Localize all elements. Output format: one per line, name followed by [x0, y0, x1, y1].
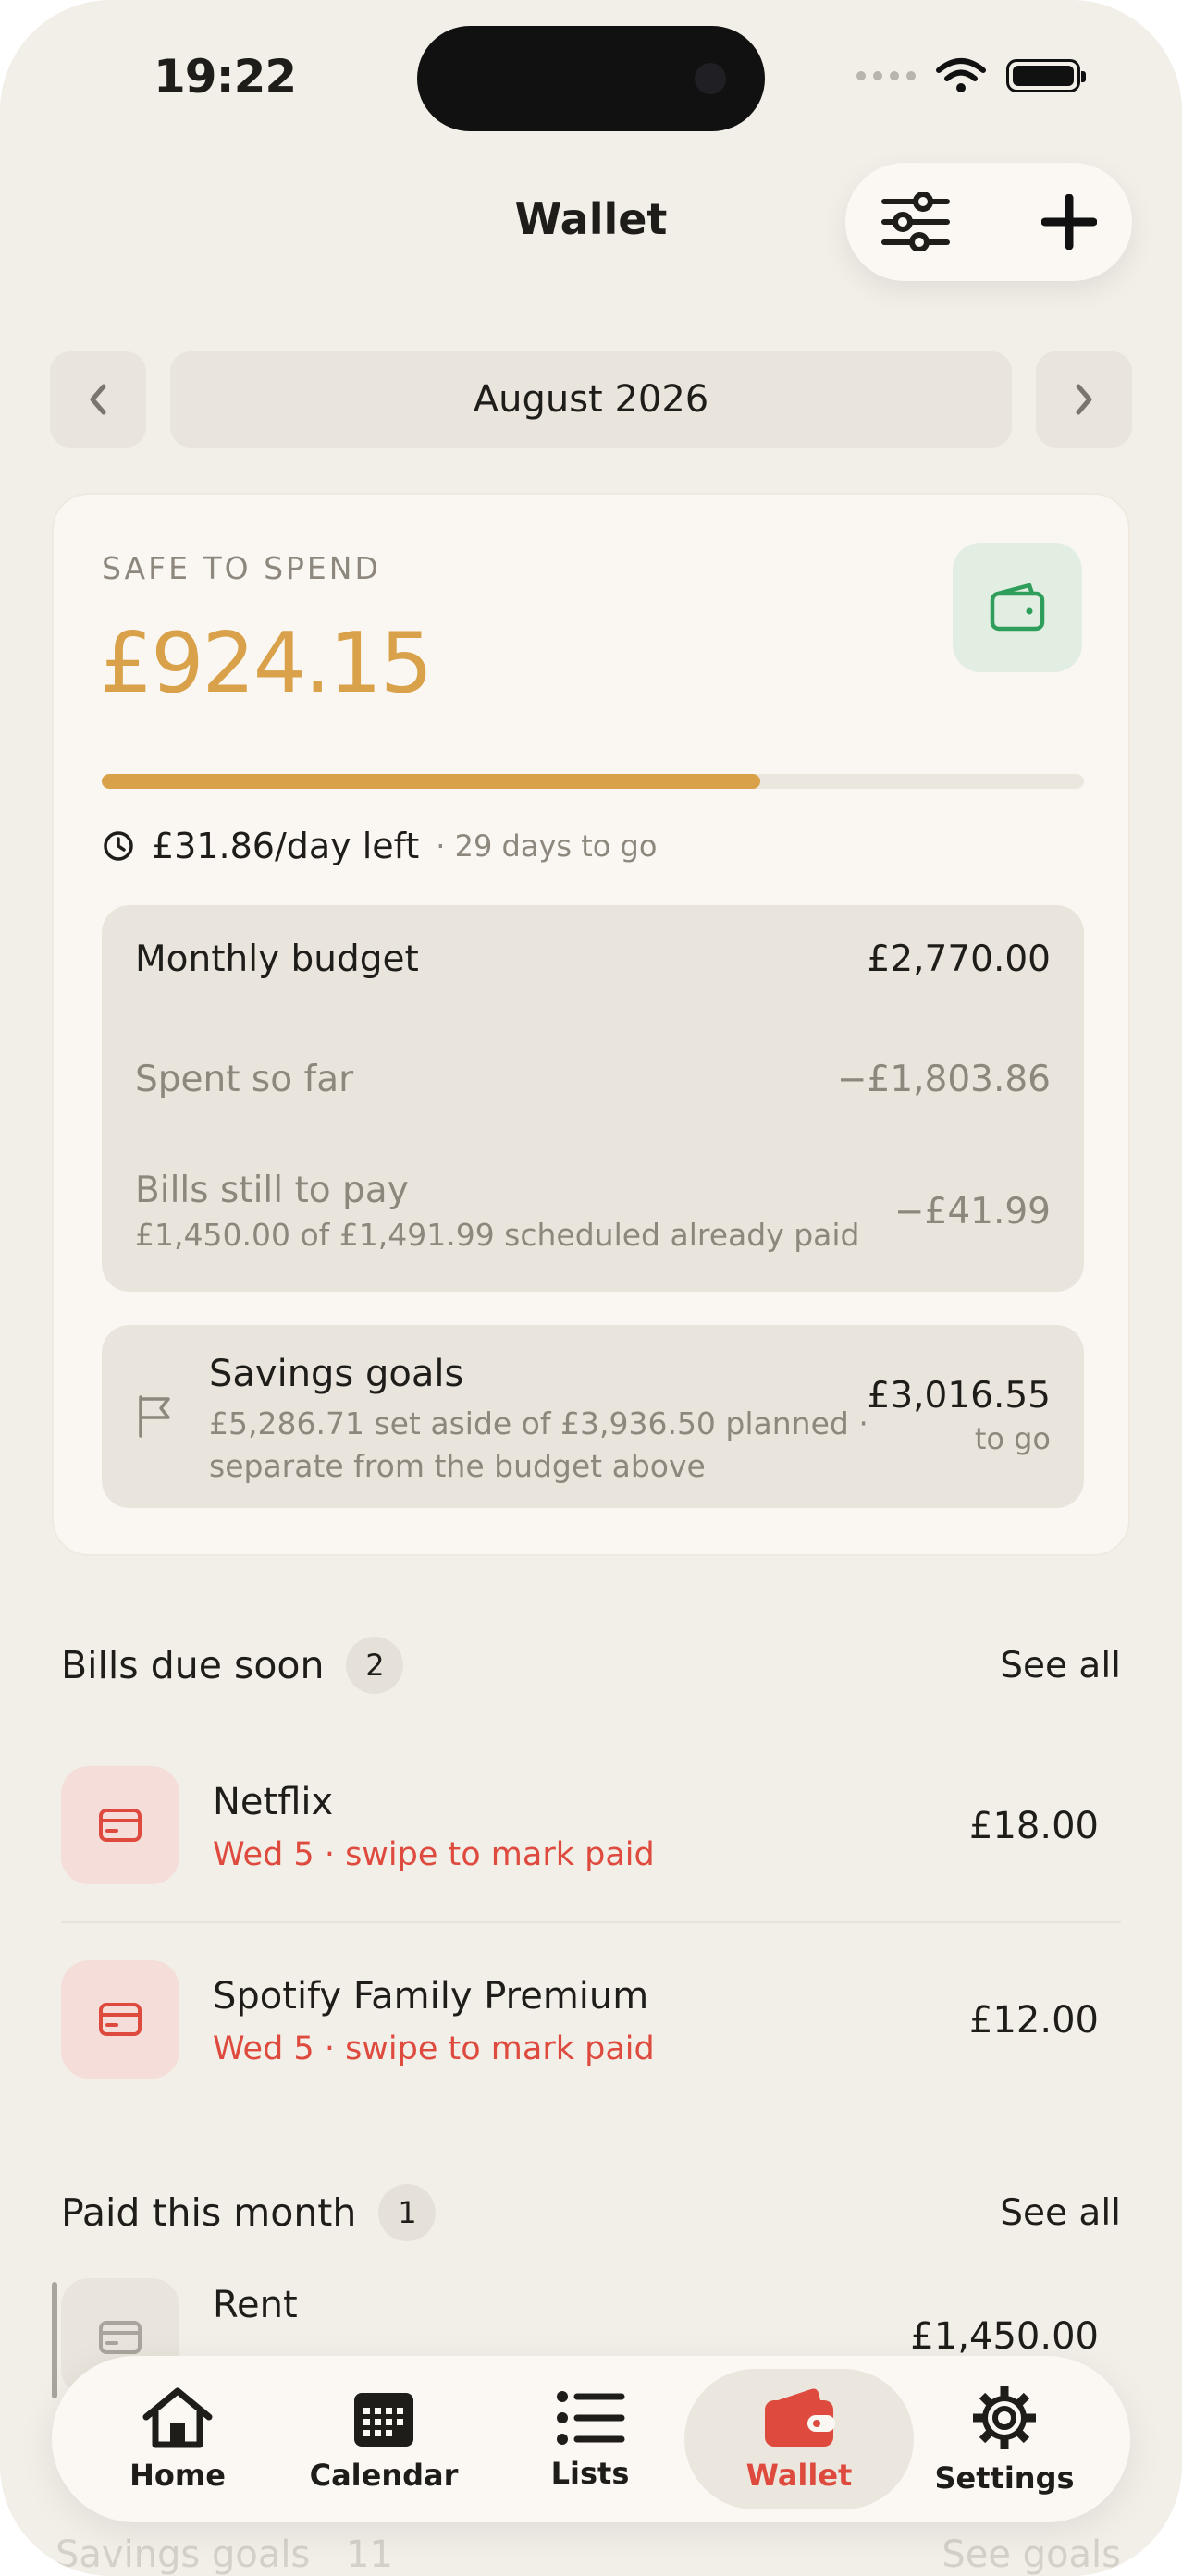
bill-icon [61, 1960, 179, 2079]
budget-progress-bar [102, 774, 1084, 789]
spent-row: Spent so far −£1,803.86 [135, 1059, 1051, 1100]
header-actions [845, 163, 1132, 281]
safe-to-spend-amount: £924.15 [100, 615, 433, 712]
paid-header: Paid this month 1 See all [61, 2180, 1121, 2245]
bill-due-date: Wed 5 · swipe to mark paid [213, 2030, 655, 2067]
chevron-right-icon [1076, 384, 1092, 415]
credit-card-icon [99, 1809, 142, 1842]
bill-row[interactable]: Spotify Family Premium Wed 5 · swipe to … [61, 1960, 1121, 2080]
paid-count: 1 [378, 2184, 437, 2241]
bills-to-pay-row: Bills still to pay £1,450.00 of £1,491.9… [135, 1170, 1051, 1253]
sliders-icon [881, 192, 950, 251]
tab-label: Home [129, 2458, 226, 2493]
flag-icon [139, 1395, 170, 1438]
budget-breakdown: Monthly budget £2,770.00 Spent so far −£… [102, 905, 1084, 1292]
bill-amount: £12.00 [969, 1999, 1099, 2042]
next-month-button[interactable] [1036, 351, 1132, 448]
tab-bar: Home Calendar Lists Wallet Settings [52, 2356, 1130, 2522]
home-icon [142, 2387, 213, 2448]
bills-due-header: Bills due soon 2 See all [61, 1633, 1121, 1698]
tab-label: Calendar [309, 2458, 459, 2493]
status-time: 19:22 [154, 50, 297, 104]
app-screen: 19:22 Wallet August 2026 SAFE TO SPEND £… [0, 0, 1182, 2576]
wallet-icon [990, 583, 1045, 632]
bill-name: Netflix [213, 1781, 334, 1823]
tab-lists[interactable]: Lists [488, 2356, 692, 2522]
bills-due-see-all[interactable]: See all [1000, 1645, 1121, 1687]
tab-label: Wallet [745, 2458, 853, 2493]
bill-icon [61, 1766, 179, 1884]
tab-wallet[interactable]: Wallet [697, 2356, 901, 2522]
savings-goals-subtitle: £5,286.71 set aside of £3,936.50 planned… [209, 1405, 868, 1484]
safe-to-spend-card: SAFE TO SPEND £924.15 £31.86/day left · … [52, 493, 1130, 1556]
days-to-go: · 29 days to go [436, 828, 658, 864]
bill-due-date: Wed 5 · swipe to mark paid [213, 1836, 655, 1873]
wallet-icon [765, 2388, 835, 2447]
divider [61, 1921, 1121, 1923]
paid-see-all[interactable]: See all [1000, 2192, 1121, 2234]
budget-progress-fill [102, 774, 760, 789]
bills-to-pay-subtitle: £1,450.00 of £1,491.99 scheduled already… [135, 1217, 860, 1253]
bill-name: Spotify Family Premium [213, 1975, 649, 2018]
savings-goals-title: Savings goals [209, 1353, 464, 1395]
clock-icon [104, 831, 133, 861]
plus-icon [1041, 194, 1097, 250]
wallet-badge [953, 543, 1082, 672]
tab-label: Lists [550, 2456, 630, 2491]
signal-icon [856, 71, 916, 80]
spent-value: −£1,803.86 [836, 1059, 1051, 1100]
battery-icon [1006, 59, 1086, 92]
savings-goals-amount: £3,016.55 [867, 1375, 1052, 1417]
month-label[interactable]: August 2026 [170, 351, 1012, 448]
credit-card-icon [99, 2003, 142, 2036]
per-day-amount: £31.86/day left [152, 826, 420, 866]
filter-button[interactable] [869, 176, 962, 268]
chevron-left-icon [90, 384, 106, 415]
savings-goals-section-count: 11 [346, 2533, 393, 2576]
bill-amount: £18.00 [969, 1805, 1099, 1847]
wifi-icon [936, 58, 986, 92]
spent-label: Spent so far [135, 1059, 354, 1100]
bills-due-title: Bills due soon [61, 1643, 325, 1687]
savings-goals-to-go: to go [974, 1421, 1051, 1456]
safe-to-spend-label: SAFE TO SPEND [102, 550, 381, 586]
calendar-icon [354, 2393, 413, 2447]
savings-goals-section-label: Savings goals [55, 2533, 311, 2576]
month-selector: August 2026 [50, 351, 1132, 448]
bills-due-count: 2 [346, 1637, 404, 1694]
paid-title: Paid this month [61, 2190, 357, 2235]
previous-month-button[interactable] [50, 351, 146, 448]
bills-to-pay-label: Bills still to pay [135, 1170, 409, 1211]
savings-goals-row[interactable]: Savings goals £5,286.71 set aside of £3,… [102, 1325, 1084, 1508]
bills-to-pay-value: −£41.99 [893, 1190, 1051, 1233]
credit-card-icon [99, 2321, 142, 2354]
monthly-budget-value: £2,770.00 [867, 938, 1052, 980]
bill-row[interactable]: Netflix Wed 5 · swipe to mark paid £18.0… [61, 1766, 1121, 1886]
bill-name: Rent [213, 2284, 298, 2326]
tab-home[interactable]: Home [76, 2356, 279, 2522]
add-button[interactable] [1023, 176, 1115, 268]
tab-calendar[interactable]: Calendar [282, 2356, 486, 2522]
tab-label: Settings [934, 2460, 1075, 2496]
list-icon [557, 2391, 625, 2445]
savings-goals-see-all[interactable]: See goals [942, 2533, 1121, 2576]
camera-icon [695, 63, 726, 94]
tab-settings[interactable]: Settings [903, 2356, 1106, 2522]
bill-amount: £1,450.00 [910, 2315, 1099, 2358]
scroll-indicator[interactable] [52, 2282, 57, 2398]
monthly-budget-row[interactable]: Monthly budget £2,770.00 [135, 938, 1051, 980]
dynamic-island [417, 26, 765, 131]
monthly-budget-label: Monthly budget [135, 938, 419, 980]
status-icons [856, 57, 1086, 94]
gear-icon [973, 2386, 1036, 2449]
per-day-row: £31.86/day left · 29 days to go [102, 826, 657, 866]
savings-goals-section-title: Savings goals 11 [55, 2533, 393, 2576]
